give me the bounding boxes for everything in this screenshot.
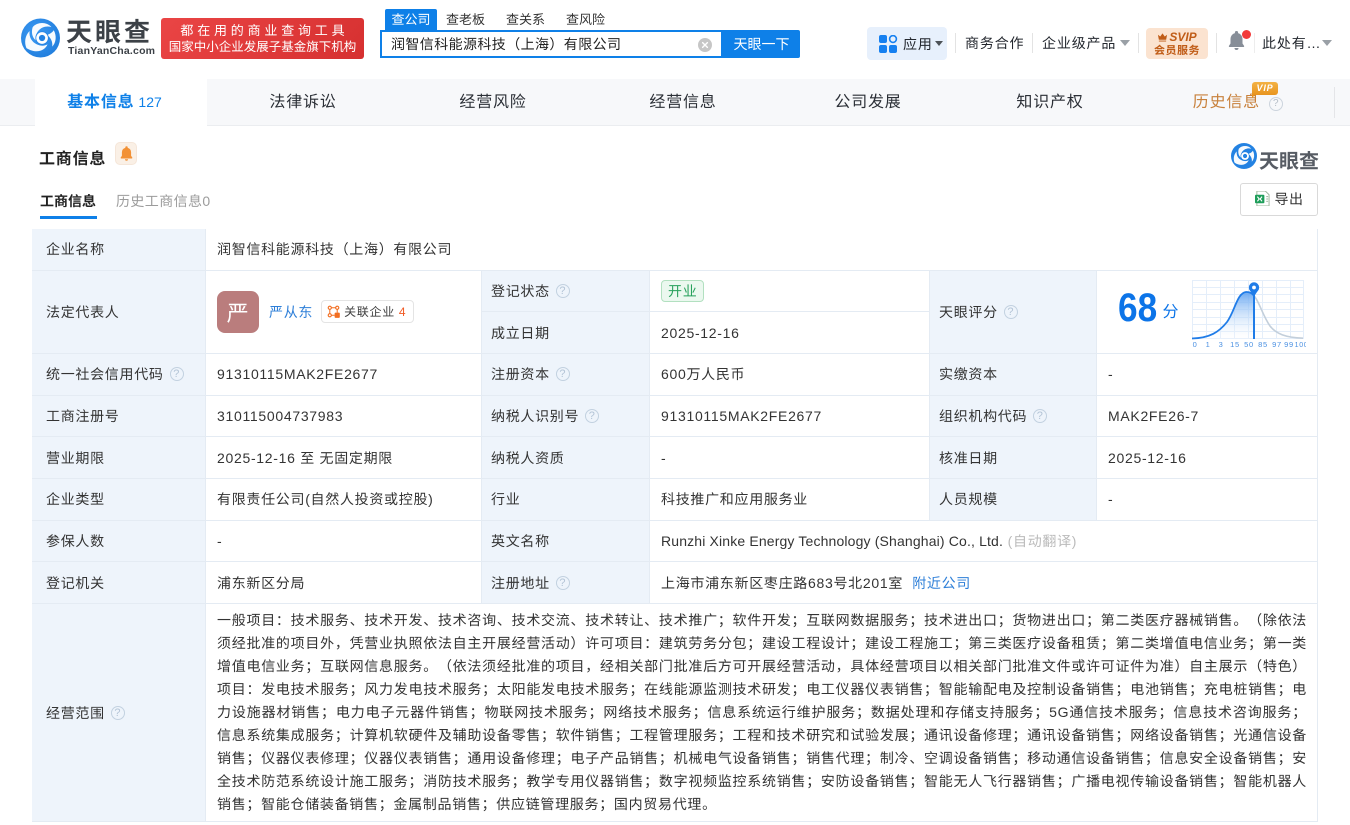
svg-text:85: 85 — [1258, 340, 1268, 348]
svg-text:50: 50 — [1244, 340, 1254, 348]
svg-text:99: 99 — [1284, 340, 1294, 348]
svg-text:100: 100 — [1295, 342, 1306, 348]
svg-text:15: 15 — [1230, 340, 1240, 348]
svg-text:0: 0 — [1193, 340, 1198, 348]
svg-text:1: 1 — [1206, 340, 1211, 348]
svg-text:97: 97 — [1272, 340, 1282, 348]
svg-text:3: 3 — [1219, 340, 1224, 348]
